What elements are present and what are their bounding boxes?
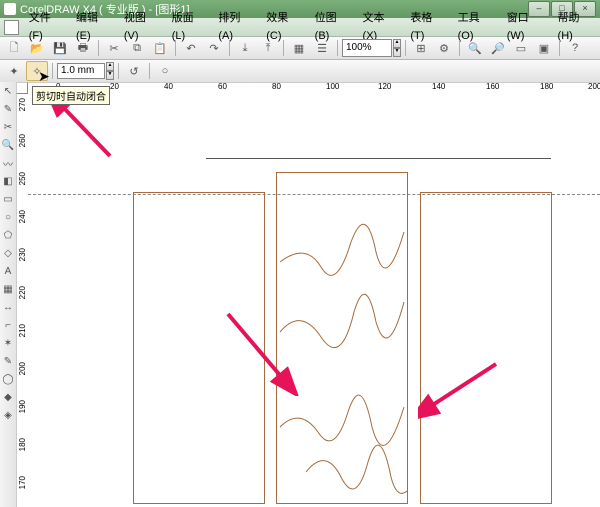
annotation-arrow-2	[218, 306, 308, 396]
property-toolbar: ✦ ✧ 1.0 mm ▲▼ ↺ ○	[0, 60, 600, 83]
crop-tool[interactable]: ✂	[0, 118, 16, 136]
effects-tool[interactable]: ✶	[0, 334, 16, 352]
mode1-button[interactable]: ✦	[3, 61, 25, 81]
interactive-fill-tool[interactable]: ◈	[0, 406, 16, 424]
connector-tool[interactable]: ⌐	[0, 316, 16, 334]
reduce-nodes-button[interactable]: ↺	[123, 61, 145, 81]
zoom-spinner[interactable]: ▲▼	[393, 39, 401, 57]
table-tool[interactable]: ▦	[0, 280, 16, 298]
menubar: 文件(F) 编辑(E) 视图(V) 版面(L) 排列(A) 效果(C) 位图(B…	[0, 18, 600, 37]
outline-width-spinner[interactable]: ▲▼	[106, 62, 114, 80]
annotation-arrow-1	[50, 96, 120, 166]
app-icon	[4, 3, 16, 15]
ruler-origin[interactable]	[16, 82, 28, 94]
text-tool[interactable]: A	[0, 262, 16, 280]
fill-tool[interactable]: ◆	[0, 388, 16, 406]
snap-button[interactable]: ⊞	[410, 38, 432, 58]
save-button[interactable]: 💾	[49, 38, 71, 58]
zoom-out-button[interactable]: 🔎	[487, 38, 509, 58]
zoom-field[interactable]: 100%	[342, 39, 392, 57]
annotation-arrow-3	[418, 354, 508, 424]
rectangle-tool[interactable]: ▭	[0, 190, 16, 208]
undo-button[interactable]: ↶	[180, 38, 202, 58]
object-rect-right[interactable]	[420, 192, 552, 504]
ellipse-tool[interactable]: ○	[0, 208, 16, 226]
open-button[interactable]: 📂	[26, 38, 48, 58]
page-edge-top	[206, 158, 551, 159]
smart-fill-tool[interactable]: ◧	[0, 172, 16, 190]
polygon-tool[interactable]: ⬠	[0, 226, 16, 244]
zoom-page-button[interactable]: ▭	[510, 38, 532, 58]
welcome-button[interactable]: ☰	[311, 38, 333, 58]
button-tooltip: 剪切时自动闭合	[32, 86, 110, 105]
standard-toolbar: 🗋 📂 💾 🖶 ✂ ⧉ 📋 ↶ ↷ ⤓ ⤒ ▦ ☰ 100% ▲▼ ⊞ ⚙ 🔍 …	[0, 37, 600, 60]
bounding-button[interactable]: ○	[154, 61, 176, 81]
doc-icon	[4, 20, 19, 35]
outline-tool[interactable]: ◯	[0, 370, 16, 388]
hint-button[interactable]: ?	[564, 38, 586, 58]
export-button[interactable]: ⤒	[257, 38, 279, 58]
pick-tool[interactable]: ↖	[0, 82, 16, 100]
redo-button[interactable]: ↷	[203, 38, 225, 58]
cut-button[interactable]: ✂	[103, 38, 125, 58]
print-button[interactable]: 🖶	[72, 38, 94, 58]
dimension-tool[interactable]: ↔	[0, 298, 16, 316]
new-button[interactable]: 🗋	[3, 38, 25, 58]
import-button[interactable]: ⤓	[234, 38, 256, 58]
options-button[interactable]: ⚙	[433, 38, 455, 58]
zoom-in-button[interactable]: 🔍	[464, 38, 486, 58]
app-launcher-button[interactable]: ▦	[288, 38, 310, 58]
outline-width-field[interactable]: 1.0 mm	[57, 63, 105, 79]
zoom-fit-button[interactable]: ▣	[533, 38, 555, 58]
eyedropper-tool[interactable]: ✎	[0, 352, 16, 370]
freehand-tool[interactable]: 〰	[0, 154, 16, 172]
toolbox: ↖ ✎ ✂ 🔍 〰 ◧ ▭ ○ ⬠ ◇ A ▦ ↔ ⌐ ✶ ✎ ◯ ◆ ◈	[0, 82, 17, 507]
canvas[interactable]	[28, 94, 600, 507]
shape-tool[interactable]: ✎	[0, 100, 16, 118]
zoom-tool[interactable]: 🔍	[0, 136, 16, 154]
basic-shapes-tool[interactable]: ◇	[0, 244, 16, 262]
paste-button[interactable]: 📋	[149, 38, 171, 58]
copy-button[interactable]: ⧉	[126, 38, 148, 58]
